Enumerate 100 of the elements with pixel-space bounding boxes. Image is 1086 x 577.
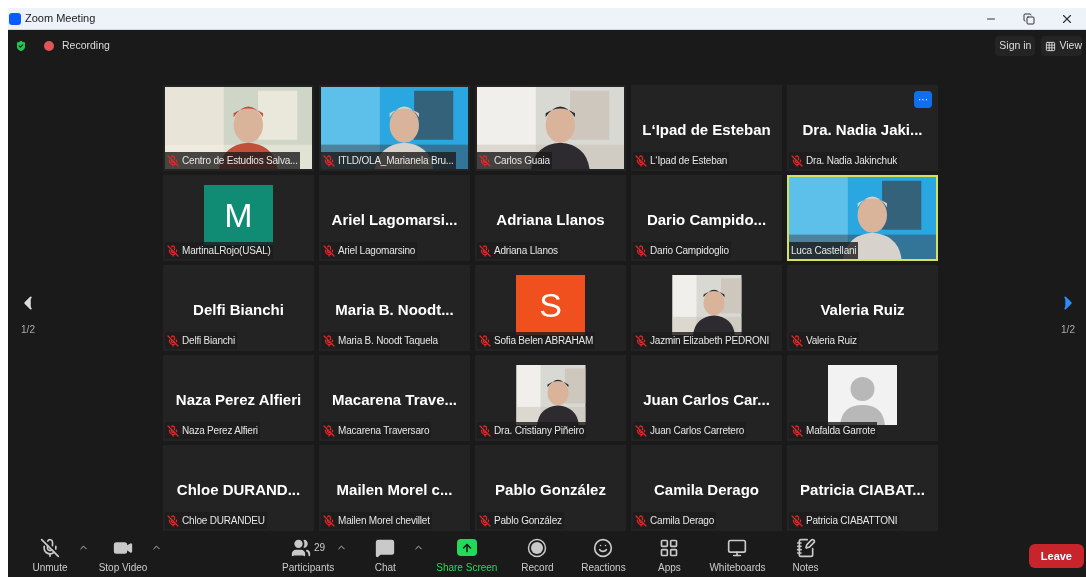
default-avatar-icon [828,365,897,425]
grid-icon [1045,40,1057,52]
name-label: Chloe DURANDEU [165,512,267,529]
muted-mic-icon [479,154,491,167]
record-icon [527,537,548,558]
participant-name: Valeria Ruiz [820,300,905,320]
toolbar-button[interactable]: Record [509,537,566,575]
page-indicator: 1/2 [1061,323,1075,337]
video-tile[interactable]: Camila Derago Camila Derago [631,445,782,531]
participant-name: Macarena Trave... [331,390,458,410]
apps-icon [659,537,680,558]
window-title: Zoom Meeting [25,11,96,27]
muted-mic-icon [635,424,647,437]
muted-mic-icon [479,334,491,347]
name-label: Maria B. Noodt Taquela [321,332,440,349]
toolbar-button[interactable]: Reactions [575,537,632,575]
whiteboard-icon [727,537,748,558]
video-tile[interactable]: Macarena Trave... Macarena Traversaro [319,355,470,441]
participant-name: L‘Ipad de Esteban [642,120,771,140]
muted-mic-icon [635,244,647,257]
name-label: Dario Campidoglio [633,242,731,259]
video-tile[interactable]: Adriana Llanos Adriana Llanos [475,175,626,261]
video-tile[interactable]: Centro de Estudios Salva... [163,85,314,171]
toolbar-button[interactable]: Apps [641,537,698,575]
video-tile[interactable]: Luca Castellani [787,175,938,261]
name-label: Dra. Nadia Jakinchuk [789,152,900,169]
avatar: S [516,275,585,335]
view-button[interactable]: View [1041,36,1082,56]
name-label: Carlos Guaia [477,152,552,169]
share-screen-icon [456,539,477,556]
participant-name: Dario Campido... [646,210,767,230]
video-tile[interactable]: Maria B. Noodt... Maria B. Noodt Taquela [319,265,470,351]
recording-status: Recording [62,38,110,54]
name-label: Delfi Bianchi [165,332,237,349]
muted-mic-icon [791,424,803,437]
video-tile[interactable]: Chloe DURAND... Chloe DURANDEU [163,445,314,531]
participant-name: Naza Perez Alfieri [175,390,302,410]
video-tile[interactable]: Dra. Cristiany Piñeiro [475,355,626,441]
video-tile[interactable]: M MartinaLRojo(USAL) [163,175,314,261]
video-tile[interactable]: Delfi Bianchi Delfi Bianchi [163,265,314,351]
participant-name: Adriana Llanos [496,210,605,230]
video-tile[interactable]: Ariel Lagomarsi... Ariel Lagomarsino [319,175,470,261]
participant-name: Patricia CIABAT... [800,480,925,500]
video-tile[interactable]: Dra. Nadia Jaki... ··· Dra. Nadia Jakinchuk [787,85,938,171]
name-label: Pablo González [477,512,564,529]
name-label: Sofia Belen ABRAHAM [477,332,596,349]
participants-icon [291,537,312,558]
name-label: Naza Perez Alfieri [165,422,260,439]
video-tile[interactable]: Pablo González Pablo González [475,445,626,531]
name-label: Adriana Llanos [477,242,560,259]
name-label: Luca Castellani [789,242,859,259]
toolbar-button[interactable]: Chat [357,537,414,575]
muted-mic-icon [479,424,491,437]
name-label: Ariel Lagomarsino [321,242,418,259]
zoom-logo-icon [9,12,21,25]
video-tile[interactable]: L‘Ipad de Esteban L‘Ipad de Esteban [631,85,782,171]
toolbar-button[interactable]: Whiteboards [707,537,768,575]
toolbar-button[interactable]: 29 Participants [280,537,337,575]
name-label: Dra. Cristiany Piñeiro [477,422,587,439]
participant-name: Ariel Lagomarsi... [331,210,458,230]
page-indicator: 1/2 [21,323,35,337]
chat-icon [375,537,396,558]
toolbar-button[interactable]: Stop Video [95,537,151,575]
name-label: Camila Derago [633,512,717,529]
leave-button[interactable]: Leave [1028,544,1084,568]
participant-name: Delfi Bianchi [193,300,284,320]
video-tile[interactable]: Dario Campido... Dario Campidoglio [631,175,782,261]
muted-mic-icon [479,514,491,527]
name-label: Macarena Traversaro [321,422,432,439]
participant-name: Chloe DURAND... [176,480,301,500]
muted-mic-icon [40,537,60,558]
video-tile[interactable]: S Sofia Belen ABRAHAM [475,265,626,351]
name-label: ITLD/OLA_Marianela Bru... [321,152,456,169]
muted-mic-icon [635,334,647,347]
video-tile[interactable]: Patricia CIABAT... Patricia CIABATTONI [787,445,938,531]
video-tile[interactable]: Naza Perez Alfieri Naza Perez Alfieri [163,355,314,441]
muted-mic-icon [167,334,179,347]
sign-in-button[interactable]: Sign in [995,36,1036,56]
toolbar-button[interactable]: Notes [777,537,834,575]
video-tile[interactable]: Mailen Morel c... Mailen Morel chevillet [319,445,470,531]
toolbar-button[interactable]: Share Screen [434,537,500,575]
muted-mic-icon [791,514,803,527]
name-label: L‘Ipad de Esteban [633,152,730,169]
encryption-shield-icon[interactable] [14,39,28,53]
muted-mic-icon [323,154,335,167]
muted-mic-icon [479,244,491,257]
video-tile[interactable]: ITLD/OLA_Marianela Bru... [319,85,470,171]
video-tile[interactable]: Carlos Guaia [475,85,626,171]
participant-name: Juan Carlos Car... [643,390,770,410]
name-label: Patricia CIABATTONI [789,512,900,529]
video-tile[interactable]: Mafalda Garrote [787,355,938,441]
notes-icon [795,537,816,558]
video-tile[interactable]: Juan Carlos Car... Juan Carlos Carretero [631,355,782,441]
video-tile[interactable]: Valeria Ruiz Valeria Ruiz [787,265,938,351]
toolbar-button[interactable]: Unmute [22,537,78,575]
muted-mic-icon [323,244,335,257]
video-tile[interactable]: Jazmin Elizabeth PEDRONI [631,265,782,351]
more-button[interactable]: ··· [914,91,932,108]
muted-mic-icon [323,334,335,347]
participant-name: Mailen Morel c... [336,480,453,500]
